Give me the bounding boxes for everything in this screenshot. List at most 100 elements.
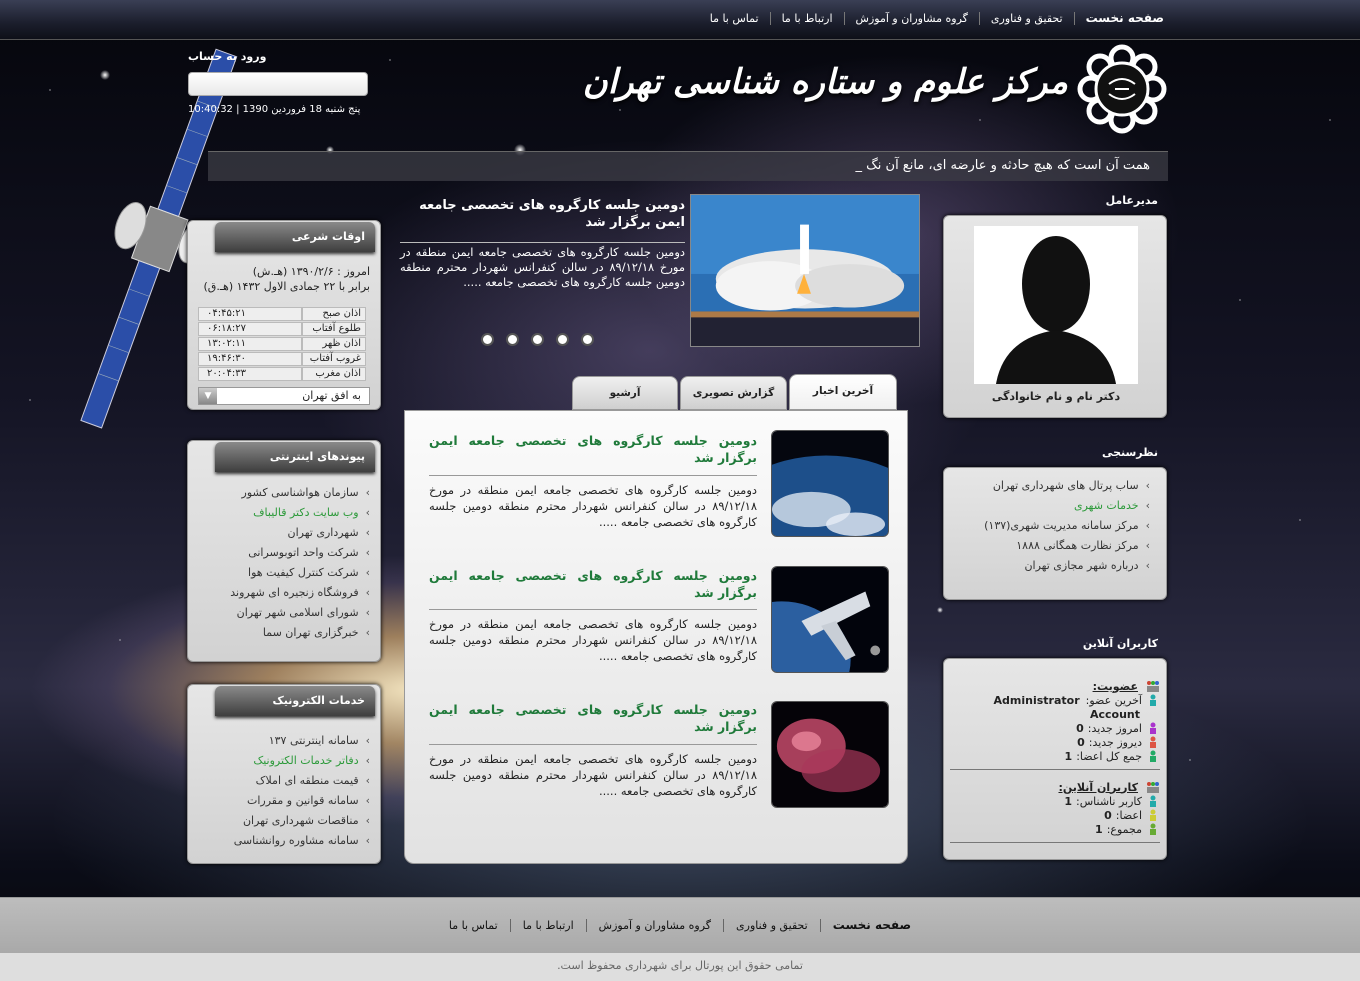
slider-dot[interactable] xyxy=(556,333,569,346)
copyright-text: تمامی حقوق این پورتال برای شهرداری محفوظ… xyxy=(0,953,1360,981)
poll-panel: ساب پرتال های شهرداری تهران خدمات شهری م… xyxy=(943,467,1167,600)
guests-label: کاربر ناشناس: xyxy=(1076,794,1142,808)
link-item[interactable]: فروشگاه زنجیره ای شهروند xyxy=(230,583,370,603)
footer-nav-home[interactable]: صفحه نخست xyxy=(819,919,923,932)
footer-nav-menu: صفحه نخست تحقیق و فناوری گروه مشاوران و … xyxy=(0,919,1360,932)
last-member-value2[interactable]: Account xyxy=(1090,708,1140,721)
user-icon xyxy=(1150,722,1156,734)
service-item[interactable]: سامانه اینترنتی ۱۳۷ xyxy=(234,731,370,751)
shuttle-launch-image[interactable] xyxy=(690,194,920,347)
link-item[interactable]: شورای اسلامی شهر تهران xyxy=(230,603,370,623)
tab-photo-report[interactable]: گزارش تصویری xyxy=(680,376,787,410)
service-item[interactable]: قیمت منطقه ای املاک xyxy=(234,771,370,791)
poll-item[interactable]: ساب پرتال های شهرداری تهران xyxy=(984,476,1150,496)
slider-dot[interactable] xyxy=(531,333,544,346)
prayer-time: ۱۳:۰۲:۱۱ xyxy=(198,337,302,351)
link-item[interactable]: شرکت واحد اتوبوسرانی xyxy=(230,543,370,563)
poll-item[interactable]: مرکز سامانه مدیریت شهری(۱۳۷) xyxy=(984,516,1150,536)
membership-block: عضویت: آخرین عضو: Administrator Account ا… xyxy=(950,679,1160,843)
poll-item[interactable]: مرکز نظارت همگانی ۱۸۸۸ xyxy=(984,536,1150,556)
news-text: دومین جلسه کارگروه های تخصصی جامعه ایمن … xyxy=(429,744,757,799)
slider-dot[interactable] xyxy=(581,333,594,346)
nav-item-contact[interactable]: تماس با ما xyxy=(699,12,770,25)
news-earth-image[interactable] xyxy=(771,430,889,537)
online-users-title-row: کاربران آنلاین: xyxy=(950,780,1160,794)
tab-latest-news[interactable]: آخرین اخبار xyxy=(789,374,897,410)
link-item[interactable]: شهرداری تهران xyxy=(230,523,370,543)
sum-row: مجموع: 1 xyxy=(950,822,1160,836)
news-nebula-image[interactable] xyxy=(771,701,889,808)
prayer-label: اذان صبح xyxy=(302,307,366,321)
user-icon xyxy=(1150,823,1156,835)
online-users-panel: عضویت: آخرین عضو: Administrator Account ا… xyxy=(943,658,1167,860)
prayer-times-table: اذان صبح ۰۴:۴۵:۲۱ طلوع آفتاب ۰۶:۱۸:۲۷ اذان… xyxy=(198,307,366,382)
last-member-row2: Account xyxy=(950,707,1160,721)
login-title: ورود به حساب xyxy=(188,50,267,63)
city-select-value: به افق تهران xyxy=(302,389,361,402)
slider-dot[interactable] xyxy=(481,333,494,346)
e-services-panel: خدمات الکترونیک سامانه اینترنتی ۱۳۷ دفات… xyxy=(187,684,381,864)
link-item[interactable]: خبرگزاری تهران سما xyxy=(230,623,370,643)
service-item[interactable]: سامانه مشاوره روانشناسی xyxy=(234,831,370,851)
footer-nav-about[interactable]: ارتباط با ما xyxy=(509,919,586,932)
nav-item-home[interactable]: صفحه نخست xyxy=(1073,12,1175,25)
prayer-time: ۲۰:۰۴:۳۳ xyxy=(198,367,302,381)
user-icon xyxy=(1150,694,1156,706)
link-item[interactable]: سازمان هواشناسی کشور xyxy=(230,483,370,503)
prayer-row: غروب آفتاب ۱۹:۴۶:۳۰ xyxy=(198,352,366,366)
poll-item[interactable]: درباره شهر مجازی تهران xyxy=(984,556,1150,576)
city-select[interactable]: ▼ به افق تهران xyxy=(198,387,370,405)
internet-links-list: سازمان هواشناسی کشور وب سایت دکتر قالیبا… xyxy=(230,483,370,643)
news-spaceship-image[interactable] xyxy=(771,566,889,673)
users-group-icon xyxy=(1147,782,1159,793)
online-divider xyxy=(950,769,1160,770)
footer-bar: صفحه نخست تحقیق و فناوری گروه مشاوران و … xyxy=(0,897,1360,953)
tab-archive[interactable]: آرشیو xyxy=(572,376,678,410)
prayer-row: طلوع آفتاب ۰۶:۱۸:۲۷ xyxy=(198,322,366,336)
service-item[interactable]: دفاتر خدمات الکترونیک xyxy=(234,751,370,771)
nav-item-about[interactable]: ارتباط با ما xyxy=(769,12,844,25)
site-title: مرکز علوم و ستاره شناسی تهران xyxy=(582,62,1068,102)
membership-title-row: عضویت: xyxy=(950,679,1160,693)
users-group-icon xyxy=(1147,681,1159,692)
online-users-title[interactable]: کاربران آنلاین: xyxy=(1058,781,1138,794)
poll-item[interactable]: خدمات شهری xyxy=(984,496,1150,516)
link-item[interactable]: شرکت کنترل کیفیت هوا xyxy=(230,563,370,583)
internet-links-title: پیوندهای اینترنتی xyxy=(215,442,375,472)
avatar-icon xyxy=(974,226,1138,384)
prayer-time: ۰۴:۴۵:۲۱ xyxy=(198,307,302,321)
service-item[interactable]: سامانه قوانین و مقررات xyxy=(234,791,370,811)
footer-nav-research[interactable]: تحقیق و فناوری xyxy=(723,919,820,932)
news-title[interactable]: دومین جلسه کارگروه های تخصصی جامعه ایمن … xyxy=(429,432,757,466)
prayer-time: ۰۶:۱۸:۲۷ xyxy=(198,322,302,336)
top-nav-menu: صفحه نخست تحقیق و فناوری گروه مشاوران و … xyxy=(699,12,1175,25)
prayer-times-title: اوقات شرعی xyxy=(215,222,375,252)
prayer-date-shamsi: امروز : ۱۳۹۰/۲/۶ (هـ.ش) xyxy=(252,265,370,278)
sum-label: مجموع: xyxy=(1106,822,1142,836)
nav-item-research[interactable]: تحقیق و فناوری xyxy=(978,12,1074,25)
poll-heading: نظرسنجی xyxy=(1101,446,1158,459)
slider-title[interactable]: دومین جلسه کارگروه های تخصصی جامعه ایمن … xyxy=(400,197,685,231)
footer-nav-contact[interactable]: تماس با ما xyxy=(437,919,510,932)
today-new-label: امروز جدید: xyxy=(1087,721,1142,735)
internet-links-panel: پیوندهای اینترنتی سازمان هواشناسی کشور و… xyxy=(187,440,381,662)
nav-item-consultants[interactable]: گروه مشاوران و آموزش xyxy=(843,12,979,25)
news-text: دومین جلسه کارگروه های تخصصی جامعه ایمن … xyxy=(429,609,757,664)
news-title[interactable]: دومین جلسه کارگروه های تخصصی جامعه ایمن … xyxy=(429,567,757,601)
link-item[interactable]: وب سایت دکتر قالیباف xyxy=(230,503,370,523)
prayer-date: امروز : ۱۳۹۰/۲/۶ (هـ.ش) برابر با ۲۲ جماد… xyxy=(204,264,371,294)
service-item[interactable]: مناقصات شهرداری تهران xyxy=(234,811,370,831)
user-icon xyxy=(1150,736,1156,748)
footer-nav-consultants[interactable]: گروه مشاوران و آموزش xyxy=(585,919,723,932)
members-row: اعضا: 0 xyxy=(950,808,1160,822)
news-title[interactable]: دومین جلسه کارگروه های تخصصی جامعه ایمن … xyxy=(429,701,757,735)
membership-title[interactable]: عضویت: xyxy=(1093,680,1138,693)
poll-list: ساب پرتال های شهرداری تهران خدمات شهری م… xyxy=(984,476,1150,576)
sum-value: 1 xyxy=(1095,822,1103,836)
ceo-name: دکتر نام و نام خانوادگی xyxy=(991,390,1121,403)
slider-dot[interactable] xyxy=(506,333,519,346)
login-input[interactable] xyxy=(188,72,368,96)
quote-text: همت آن است که هیچ حادثه و عارضه ای، مانع… xyxy=(855,158,1151,173)
last-member-value[interactable]: Administrator xyxy=(994,694,1080,707)
site-logo-icon[interactable] xyxy=(1077,44,1167,134)
